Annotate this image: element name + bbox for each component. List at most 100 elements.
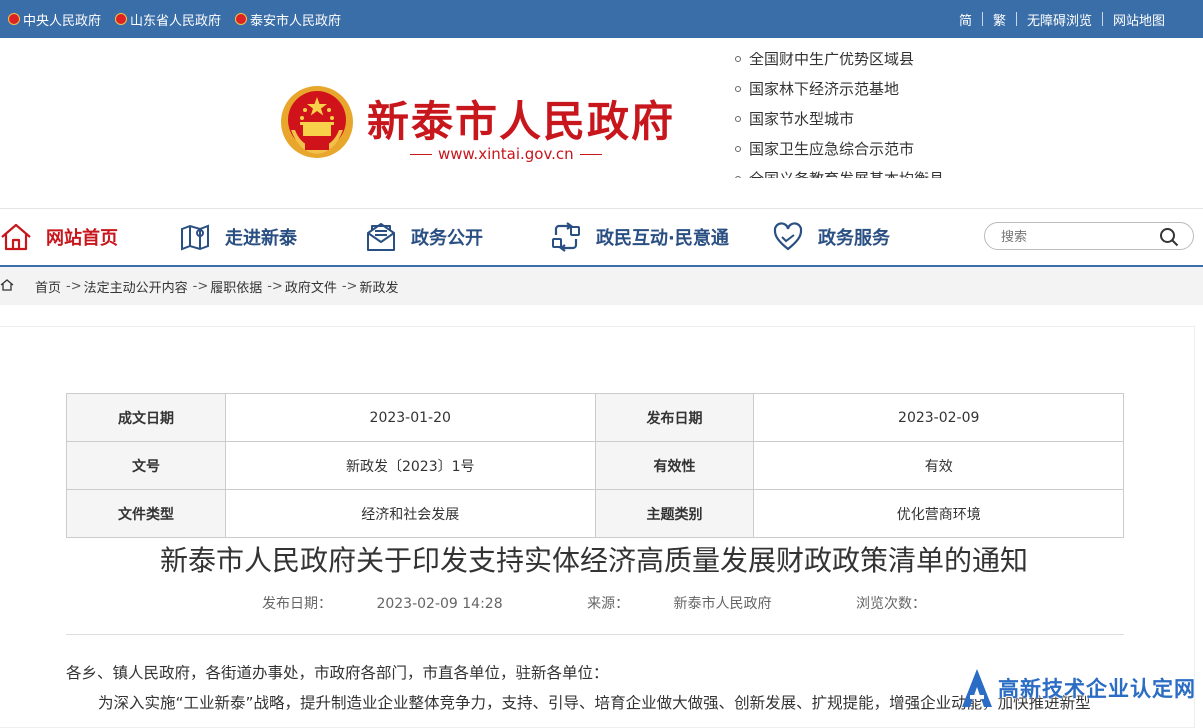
meta-value: 新政发〔2023〕1号: [224, 441, 596, 490]
view-count-label: 浏览次数：: [855, 596, 926, 612]
map-pin-icon: [181, 224, 209, 251]
top-links: 中央人民政府 山东省人民政府 泰安市人民政府: [8, 0, 341, 38]
toplink-label: 山东省人民政府: [130, 13, 222, 29]
honor-label: 国家节水型城市: [749, 110, 855, 128]
search-input[interactable]: [999, 226, 1153, 248]
honor-item[interactable]: 国家林下经济示范基地: [735, 74, 944, 104]
table-row: 成文日期 2023-01-20 发布日期 2023-02-09: [66, 393, 1124, 442]
site-title: 新泰市人民政府: [367, 97, 676, 146]
bullet-icon: [735, 146, 741, 152]
breadcrumb-separator: ->: [341, 278, 358, 294]
meta-key: 主题类别: [594, 489, 755, 538]
breadcrumb-item[interactable]: 新政发: [359, 277, 398, 296]
publish-date-value: 2023-02-09 14:28: [376, 596, 503, 612]
breadcrumb-home[interactable]: 首页: [35, 277, 61, 296]
top-bar: 中央人民政府 山东省人民政府 泰安市人民政府 简 繁 无障碍浏览 网站地图: [0, 0, 1203, 38]
meta-value: 经济和社会发展: [224, 489, 596, 538]
meta-value: 2023-01-20: [224, 393, 596, 442]
traditional-chinese-link[interactable]: 繁: [983, 10, 1016, 29]
honor-item[interactable]: 国家卫生应急综合示范市: [735, 134, 944, 164]
main-nav: 网站首页 走进新泰 政务公开 政民互动·民意通 政务服务: [0, 208, 1203, 268]
sitemap-link[interactable]: 网站地图: [1103, 10, 1175, 29]
top-tools: 简 繁 无障碍浏览 网站地图: [949, 0, 1175, 38]
accessibility-link[interactable]: 无障碍浏览: [1017, 10, 1102, 29]
source-value: 新泰市人民政府: [673, 596, 772, 612]
nav-gov-services[interactable]: 政务服务: [772, 209, 890, 265]
nav-gov-affairs-open[interactable]: 政务公开: [365, 209, 483, 265]
toplink-central-gov[interactable]: 中央人民政府: [8, 10, 101, 29]
publish-date: 发布日期： 2023-02-09 14:28: [242, 596, 523, 612]
home-icon: [1, 223, 31, 251]
honor-item[interactable]: 全国财中生广优势区域县: [735, 52, 944, 74]
site-header: 新泰市人民政府 www.xintai.gov.cn 全国财中生广优势区域县 国家…: [0, 38, 1203, 208]
national-emblem-icon: [281, 86, 353, 158]
toplink-shandong-gov[interactable]: 山东省人民政府: [115, 10, 221, 29]
simplified-chinese-link[interactable]: 简: [949, 10, 982, 29]
meta-key: 成文日期: [66, 393, 226, 442]
bullet-icon: [735, 86, 741, 92]
bullet-icon: [735, 116, 741, 122]
bullet-icon: [735, 56, 741, 62]
view-count: 浏览次数：: [836, 596, 946, 612]
honor-item[interactable]: 全国义务教育发展基本均衡县: [735, 164, 944, 178]
mail-icon: [367, 223, 395, 251]
meta-key: 发布日期: [594, 393, 755, 442]
bullet-icon: [735, 176, 741, 178]
watermark-logo-icon: [962, 669, 992, 707]
site-url-text: www.xintai.gov.cn: [438, 145, 574, 163]
emblem-icon: [8, 13, 20, 25]
honor-label: 国家林下经济示范基地: [749, 80, 900, 98]
divider: [66, 634, 1124, 635]
breadcrumb-bar: 首页 -> 法定主动公开内容 -> 履职依据 -> 政府文件 -> 新政发: [0, 267, 1203, 305]
honor-label: 全国义务教育发展基本均衡县: [749, 164, 944, 178]
heart-hand-icon: [773, 222, 803, 251]
toplink-label: 泰安市人民政府: [250, 13, 342, 29]
breadcrumb-item[interactable]: 履职依据: [210, 277, 262, 296]
table-row: 文件类型 经济和社会发展 主题类别 优化营商环境: [66, 489, 1124, 538]
emblem-icon: [235, 13, 248, 25]
nav-about-xintai[interactable]: 走进新泰: [179, 209, 297, 265]
meta-key: 文件类型: [66, 489, 226, 538]
nav-label: 网站首页: [46, 228, 118, 249]
meta-key: 文号: [66, 441, 226, 490]
honor-label: 国家卫生应急综合示范市: [749, 140, 915, 158]
search-box: [984, 222, 1194, 250]
site-url: www.xintai.gov.cn: [410, 145, 602, 163]
publish-date-label: 发布日期：: [262, 596, 332, 612]
breadcrumb-item[interactable]: 法定主动公开内容: [84, 277, 188, 296]
exchange-icon: [552, 222, 580, 252]
nav-label: 政民互动·民意通: [596, 228, 729, 249]
search-icon[interactable]: [1159, 227, 1179, 247]
document-meta-table: 成文日期 2023-01-20 发布日期 2023-02-09 文号 新政发〔2…: [66, 393, 1124, 538]
nav-home[interactable]: 网站首页: [0, 209, 118, 265]
breadcrumb: 首页 -> 法定主动公开内容 -> 履职依据 -> 政府文件 -> 新政发: [35, 267, 398, 305]
breadcrumb-item[interactable]: 政府文件: [285, 277, 337, 296]
breadcrumb-separator: ->: [267, 278, 283, 294]
meta-value: 优化营商环境: [753, 489, 1124, 538]
toplink-taian-gov[interactable]: 泰安市人民政府: [235, 10, 341, 29]
honor-item[interactable]: 国家节水型城市: [735, 104, 944, 134]
watermark: 高新技术企业认定网: [960, 664, 1196, 712]
toplink-label: 中央人民政府: [23, 13, 102, 29]
salutation-paragraph: 各乡、镇人民政府，各街道办事处，市政府各部门，市直各单位，驻新各单位：: [66, 664, 609, 682]
divider: [410, 153, 432, 155]
source-label: 来源：: [587, 596, 630, 612]
meta-key: 有效性: [594, 441, 755, 490]
meta-value: 有效: [753, 441, 1124, 490]
nav-label: 政务服务: [818, 228, 890, 249]
breadcrumb-separator: ->: [66, 278, 82, 294]
emblem-icon: [115, 13, 128, 25]
meta-value: 2023-02-09: [753, 393, 1124, 442]
home-icon: [0, 279, 14, 291]
honors-ticker: 全国财中生广优势区域县 国家林下经济示范基地 国家节水型城市 国家卫生应急综合示…: [735, 52, 995, 178]
nav-label: 走进新泰: [225, 228, 297, 249]
document-info: 发布日期： 2023-02-09 14:28 来源： 新泰市人民政府 浏览次数：: [0, 593, 1188, 613]
source: 来源： 新泰市人民政府: [567, 596, 791, 612]
nav-label: 政务公开: [411, 228, 483, 249]
nav-interaction[interactable]: 政民互动·民意通: [550, 209, 729, 265]
honor-label: 全国财中生广优势区域县: [749, 52, 915, 68]
watermark-text: 高新技术企业认定网: [998, 677, 1196, 701]
document-title: 新泰市人民政府关于印发支持实体经济高质量发展财政政策清单的通知: [159, 544, 1028, 577]
table-row: 文号 新政发〔2023〕1号 有效性 有效: [66, 441, 1124, 490]
breadcrumb-separator: ->: [192, 278, 209, 294]
